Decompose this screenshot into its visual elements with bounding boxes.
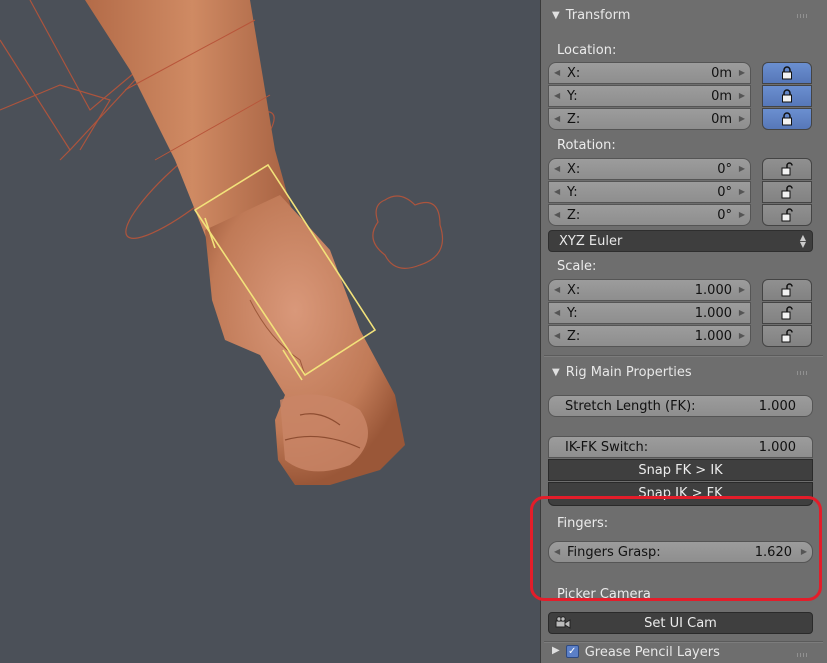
stretch-length-slider[interactable]: Stretch Length (FK): 1.000 [548,395,813,417]
rotation-mode-value: XYZ Euler [559,233,623,249]
panel-separator [544,355,823,357]
snap-fk-ik-button[interactable]: Snap FK > IK [548,459,813,481]
drag-grip-icon[interactable] [797,14,809,18]
increment-arrow-icon[interactable]: ▶ [739,308,745,317]
increment-arrow-icon[interactable]: ▶ [739,285,745,294]
lock-open-icon [781,208,793,222]
lock-location-x-button[interactable] [762,62,812,84]
rotation-x-field[interactable]: ◀ X: 0° ▶ [548,158,751,180]
increment-arrow-icon[interactable]: ▶ [739,331,745,340]
button-label: Set UI Cam [644,615,717,631]
increment-arrow-icon[interactable]: ▶ [739,68,745,77]
location-z-field[interactable]: ◀ Z: 0m ▶ [548,108,751,130]
up-down-arrows-icon: ▲ ▼ [799,233,806,249]
decrement-arrow-icon[interactable]: ◀ [554,308,560,317]
lock-open-icon [781,162,793,176]
field-value: 0° [717,207,732,223]
field-value: 1.000 [694,328,732,344]
location-y-field[interactable]: ◀ Y: 0m ▶ [548,85,751,107]
lock-scale-y-button[interactable] [762,302,812,324]
lock-location-z-button[interactable] [762,108,812,130]
axis-label: Z: [567,207,581,223]
lock-open-icon [781,306,793,320]
scale-y-field[interactable]: ◀ Y: 1.000 ▶ [548,302,751,324]
camera-icon [555,616,571,629]
axis-label: Z: [567,111,581,127]
increment-arrow-icon[interactable]: ▶ [739,210,745,219]
rotation-z-field[interactable]: ◀ Z: 0° ▶ [548,204,751,226]
lock-open-icon [781,329,793,343]
decrement-arrow-icon[interactable]: ◀ [554,91,560,100]
ik-fk-switch-slider[interactable]: IK-FK Switch: 1.000 [548,436,813,458]
axis-label: Y: [567,184,578,200]
axis-label: Y: [567,88,578,104]
slider-value: 1.000 [758,398,796,414]
increment-arrow-icon[interactable]: ▶ [739,114,745,123]
rig-panel-header[interactable]: ▼ Rig Main Properties [544,360,823,384]
axis-label: X: [567,161,581,177]
decrement-arrow-icon[interactable]: ◀ [554,285,560,294]
axis-label: X: [567,282,581,298]
panel-separator [544,641,823,643]
location-x-field[interactable]: ◀ X: 0m ▶ [548,62,751,84]
button-label: Snap FK > IK [638,462,723,478]
lock-open-icon [781,185,793,199]
axis-label: X: [567,65,581,81]
field-value: 0m [711,111,732,127]
decrement-arrow-icon[interactable]: ◀ [554,68,560,77]
axis-label: Y: [567,305,578,321]
lock-scale-z-button[interactable] [762,325,812,347]
decrement-arrow-icon[interactable]: ◀ [554,331,560,340]
grease-pencil-checkbox[interactable]: ✓ [565,645,579,658]
lock-closed-icon [782,112,792,126]
field-value: 1.000 [694,305,732,321]
collapse-triangle-icon: ▼ [552,366,560,378]
field-value: 0m [711,65,732,81]
field-value: 1.000 [694,282,732,298]
scale-label: Scale: [557,259,597,274]
rotation-label: Rotation: [557,138,616,153]
slider-label: Stretch Length (FK): [565,398,696,414]
set-ui-cam-button[interactable]: Set UI Cam [548,612,813,634]
lock-closed-icon [782,89,792,103]
decrement-arrow-icon[interactable]: ◀ [554,164,560,173]
drag-grip-icon[interactable] [797,653,809,657]
lock-rotation-z-button[interactable] [762,204,812,226]
annotation-highlight-box [530,496,822,601]
lock-rotation-y-button[interactable] [762,181,812,203]
field-value: 0° [717,161,732,177]
increment-arrow-icon[interactable]: ▶ [739,164,745,173]
slider-label: IK-FK Switch: [565,439,649,455]
axis-label: Z: [567,328,581,344]
field-value: 0° [717,184,732,200]
decrement-arrow-icon[interactable]: ◀ [554,210,560,219]
3d-viewport[interactable] [0,0,540,663]
slider-value: 1.000 [758,439,796,455]
decrement-arrow-icon[interactable]: ◀ [554,114,560,123]
transform-panel-header[interactable]: ▼ Transform [544,3,823,27]
lock-rotation-x-button[interactable] [762,158,812,180]
rotation-mode-dropdown[interactable]: XYZ Euler ▲ ▼ [548,230,813,252]
lock-closed-icon [782,66,792,80]
lock-open-icon [781,283,793,297]
viewport-scene [0,0,444,485]
drag-grip-icon[interactable] [797,371,809,375]
lock-scale-x-button[interactable] [762,279,812,301]
location-label: Location: [557,43,617,58]
field-value: 0m [711,88,732,104]
collapse-triangle-icon: ▼ [552,9,560,21]
expand-triangle-icon: ▶ [552,645,560,656]
grease-pencil-panel-header[interactable]: ▶ ✓ Grease Pencil Layers [544,645,823,663]
increment-arrow-icon[interactable]: ▶ [739,91,745,100]
rig-header-label: Rig Main Properties [565,364,692,380]
lock-location-y-button[interactable] [762,85,812,107]
increment-arrow-icon[interactable]: ▶ [739,187,745,196]
rotation-y-field[interactable]: ◀ Y: 0° ▶ [548,181,751,203]
grease-header-label: Grease Pencil Layers [584,645,720,660]
transform-header-label: Transform [565,7,631,23]
scale-x-field[interactable]: ◀ X: 1.000 ▶ [548,279,751,301]
decrement-arrow-icon[interactable]: ◀ [554,187,560,196]
scale-z-field[interactable]: ◀ Z: 1.000 ▶ [548,325,751,347]
